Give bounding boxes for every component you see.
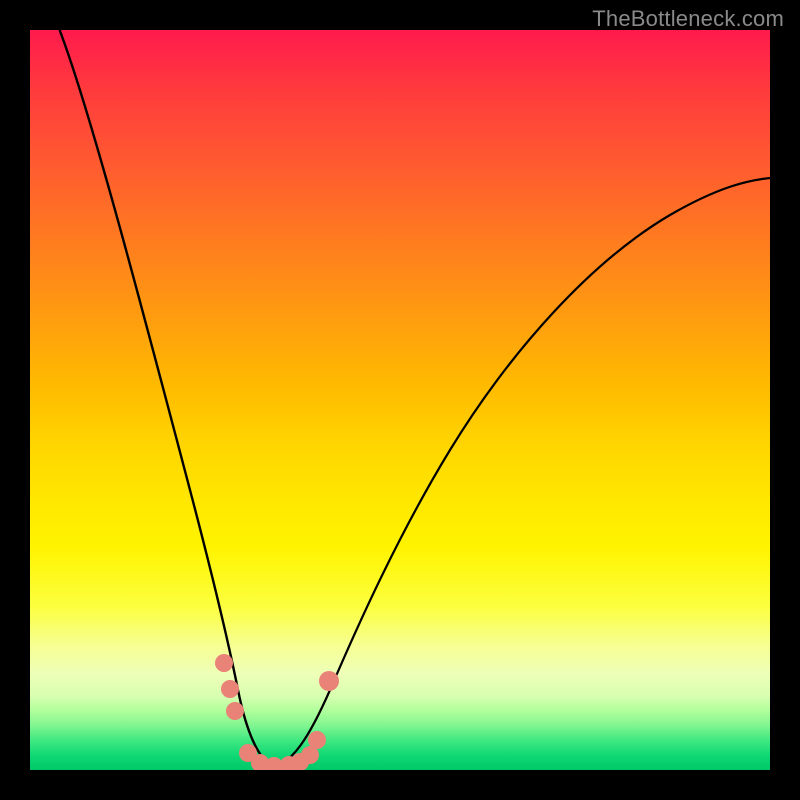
chart-svg [30, 30, 770, 770]
watermark-text: TheBottleneck.com [592, 6, 784, 32]
marker-dot [226, 702, 244, 720]
curve-right [274, 178, 770, 767]
chart-frame: TheBottleneck.com [0, 0, 800, 800]
marker-dot [215, 654, 233, 672]
marker-dot [319, 671, 339, 691]
curve-left [60, 30, 274, 767]
plot-area [30, 30, 770, 770]
marker-dot [308, 731, 326, 749]
marker-dot [221, 680, 239, 698]
